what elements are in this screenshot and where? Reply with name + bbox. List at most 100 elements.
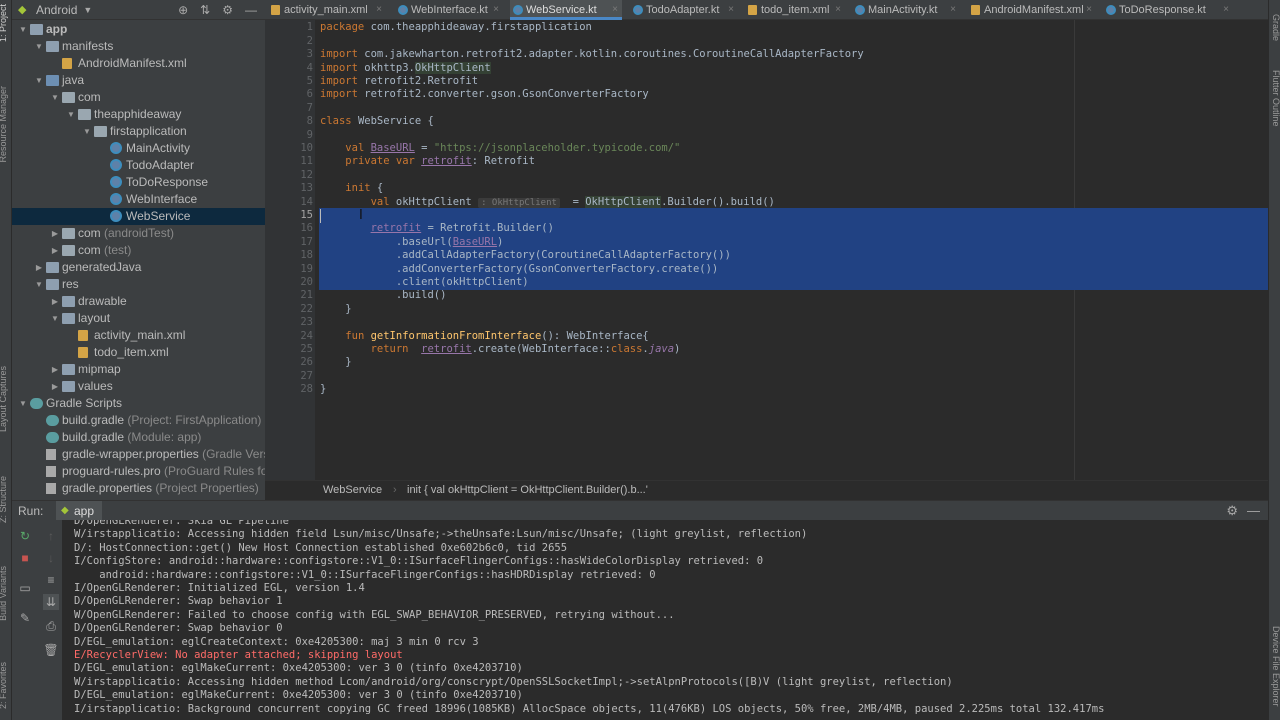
chevron-right-icon[interactable]: ▶: [50, 225, 60, 242]
tree-item[interactable]: gradle-wrapper.properties (Gradle Versio…: [12, 446, 289, 463]
chevron-right-icon[interactable]: ▶: [50, 293, 60, 310]
tree-item[interactable]: TodoAdapter: [12, 157, 265, 174]
chevron-right-icon[interactable]: ▶: [50, 242, 60, 259]
close-icon[interactable]: ×: [1086, 0, 1092, 20]
tree-item[interactable]: ▶ generatedJava: [12, 259, 265, 276]
tree-item-label: AndroidManifest.xml: [78, 56, 187, 70]
close-icon[interactable]: ×: [950, 0, 956, 20]
close-icon[interactable]: ×: [612, 0, 618, 20]
tool-tab-device-file-explorer[interactable]: Device File Explorer: [1269, 626, 1280, 707]
chevron-down-icon[interactable]: ▼: [50, 89, 60, 106]
folder-icon: [30, 24, 43, 35]
tree-item[interactable]: ▼ app: [12, 21, 265, 38]
tree-item-label: WebService: [126, 209, 191, 223]
minimize-icon[interactable]: —: [1247, 501, 1260, 521]
collapse-all-icon[interactable]: ⇅: [200, 3, 210, 17]
editor-tab[interactable]: WebService.kt ×: [510, 0, 622, 20]
tree-item[interactable]: ▼ java: [12, 72, 265, 89]
scroll-up-icon[interactable]: ↑: [43, 528, 59, 544]
close-icon[interactable]: ×: [835, 0, 841, 20]
editor-tab[interactable]: ToDoResponse.kt ×: [1103, 0, 1233, 20]
tree-item[interactable]: MainActivity: [12, 140, 265, 157]
chevron-right-icon[interactable]: ▶: [50, 378, 60, 395]
console-line: D/EGL_emulation: eglMakeCurrent: 0xe4205…: [74, 662, 523, 675]
tree-item[interactable]: ▶ drawable: [12, 293, 265, 310]
tree-item[interactable]: build.gradle (Module: app): [12, 429, 265, 446]
stop-icon[interactable]: ■: [17, 550, 33, 566]
tree-item[interactable]: WebService: [12, 208, 265, 225]
tree-item[interactable]: ▼ com: [12, 89, 265, 106]
chevron-right-icon[interactable]: ▶: [34, 259, 44, 276]
chevron-down-icon[interactable]: ▼: [66, 106, 76, 123]
chevron-down-icon[interactable]: ▼: [34, 38, 44, 55]
console-line: D/OpenGLRenderer: Swap behavior 0: [74, 622, 283, 635]
print-icon[interactable]: ⎙: [43, 618, 59, 634]
rerun-icon[interactable]: ↻: [17, 528, 33, 544]
tree-item[interactable]: ▼ manifests: [12, 38, 265, 55]
chevron-down-icon[interactable]: ▼: [83, 5, 92, 15]
tree-item[interactable]: ▼ res: [12, 276, 265, 293]
tree-item[interactable]: activity_main.xml: [12, 327, 265, 344]
editor-tab[interactable]: WebInterface.kt ×: [395, 0, 503, 20]
tree-item[interactable]: ▼ Gradle Scripts: [12, 395, 265, 412]
scroll-down-icon[interactable]: ↓: [43, 550, 59, 566]
editor-tab[interactable]: AndroidManifest.xml ×: [968, 0, 1096, 20]
chevron-down-icon[interactable]: ▼: [50, 310, 60, 327]
tree-item[interactable]: ▼ layout: [12, 310, 265, 327]
tree-item[interactable]: ▶ com (test): [12, 242, 265, 259]
project-view-selector[interactable]: Android: [36, 3, 77, 17]
tool-tab-gradle[interactable]: Gradle: [1269, 14, 1280, 41]
layout-icon[interactable]: ▭: [17, 580, 33, 596]
left-tool-strip: 1: Project Resource Manager Layout Captu…: [0, 0, 12, 720]
editor-tab[interactable]: activity_main.xml ×: [268, 0, 386, 20]
chevron-down-icon[interactable]: ▼: [18, 21, 28, 38]
chevron-down-icon[interactable]: ▼: [82, 123, 92, 140]
pin-icon[interactable]: ✎: [17, 610, 33, 626]
close-icon[interactable]: ×: [728, 0, 734, 20]
breadcrumb-init[interactable]: init { val okHttpClient = OkHttpClient.B…: [407, 481, 648, 500]
trash-icon[interactable]: 🗑: [43, 642, 59, 658]
tree-item[interactable]: ▼ theapphideaway: [12, 106, 265, 123]
tree-item[interactable]: todo_item.xml: [12, 344, 265, 361]
tree-item[interactable]: gradle.properties (Project Properties): [12, 480, 265, 497]
tree-item[interactable]: AndroidManifest.xml: [12, 55, 265, 72]
close-icon[interactable]: ×: [493, 0, 499, 20]
editor-tab[interactable]: MainActivity.kt ×: [852, 0, 960, 20]
tree-item[interactable]: build.gradle (Project: FirstApplication): [12, 412, 265, 429]
breadcrumb-class[interactable]: WebService: [323, 481, 382, 500]
android-app-icon: ◆: [61, 505, 69, 516]
chevron-down-icon[interactable]: ▼: [18, 395, 28, 412]
gear-icon[interactable]: ⚙: [222, 3, 233, 17]
tree-item[interactable]: ToDoResponse: [12, 174, 265, 191]
folder-icon: [46, 262, 59, 273]
tool-tab-flutter-outline[interactable]: Flutter Outline: [1269, 70, 1280, 127]
tree-item[interactable]: ▶ com (androidTest): [12, 225, 265, 242]
tree-item-label: com (androidTest): [78, 226, 175, 240]
chevron-down-icon[interactable]: ▼: [34, 72, 44, 89]
tree-item[interactable]: ▶ values: [12, 378, 265, 395]
tree-item[interactable]: WebInterface: [12, 191, 265, 208]
line-number: 8: [306, 115, 313, 128]
tree-item[interactable]: ▼ firstapplication: [12, 123, 265, 140]
line-number: 26: [300, 356, 313, 369]
console-line: W/irstapplicatio: Accessing hidden field…: [74, 528, 808, 541]
chevron-right-icon[interactable]: ▶: [50, 361, 60, 378]
package-icon: [62, 245, 75, 256]
source-folder-icon: [46, 75, 59, 86]
scroll-to-end-icon[interactable]: ⇊: [43, 594, 59, 610]
chevron-down-icon[interactable]: ▼: [34, 276, 44, 293]
close-icon[interactable]: ×: [1223, 0, 1229, 20]
hide-panel-icon[interactable]: —: [245, 3, 257, 17]
line-number: 3: [306, 48, 313, 61]
gear-icon[interactable]: ⚙: [1226, 501, 1238, 521]
run-console[interactable]: D/OpenGLRenderer: Skia GL Pipeline W/irst…: [62, 520, 1268, 720]
editor-tab[interactable]: todo_item.xml ×: [745, 0, 845, 20]
close-icon[interactable]: ×: [376, 0, 382, 20]
run-config-label: app: [74, 504, 95, 518]
tree-item[interactable]: proguard-rules.pro (ProGuard Rules for a…: [12, 463, 299, 480]
tree-item[interactable]: ▶ mipmap: [12, 361, 265, 378]
editor-tab[interactable]: TodoAdapter.kt ×: [630, 0, 738, 20]
soft-wrap-icon[interactable]: ≡: [43, 572, 59, 588]
run-config-tab[interactable]: ◆ app: [56, 501, 103, 521]
locate-icon[interactable]: ⊕: [178, 3, 188, 17]
